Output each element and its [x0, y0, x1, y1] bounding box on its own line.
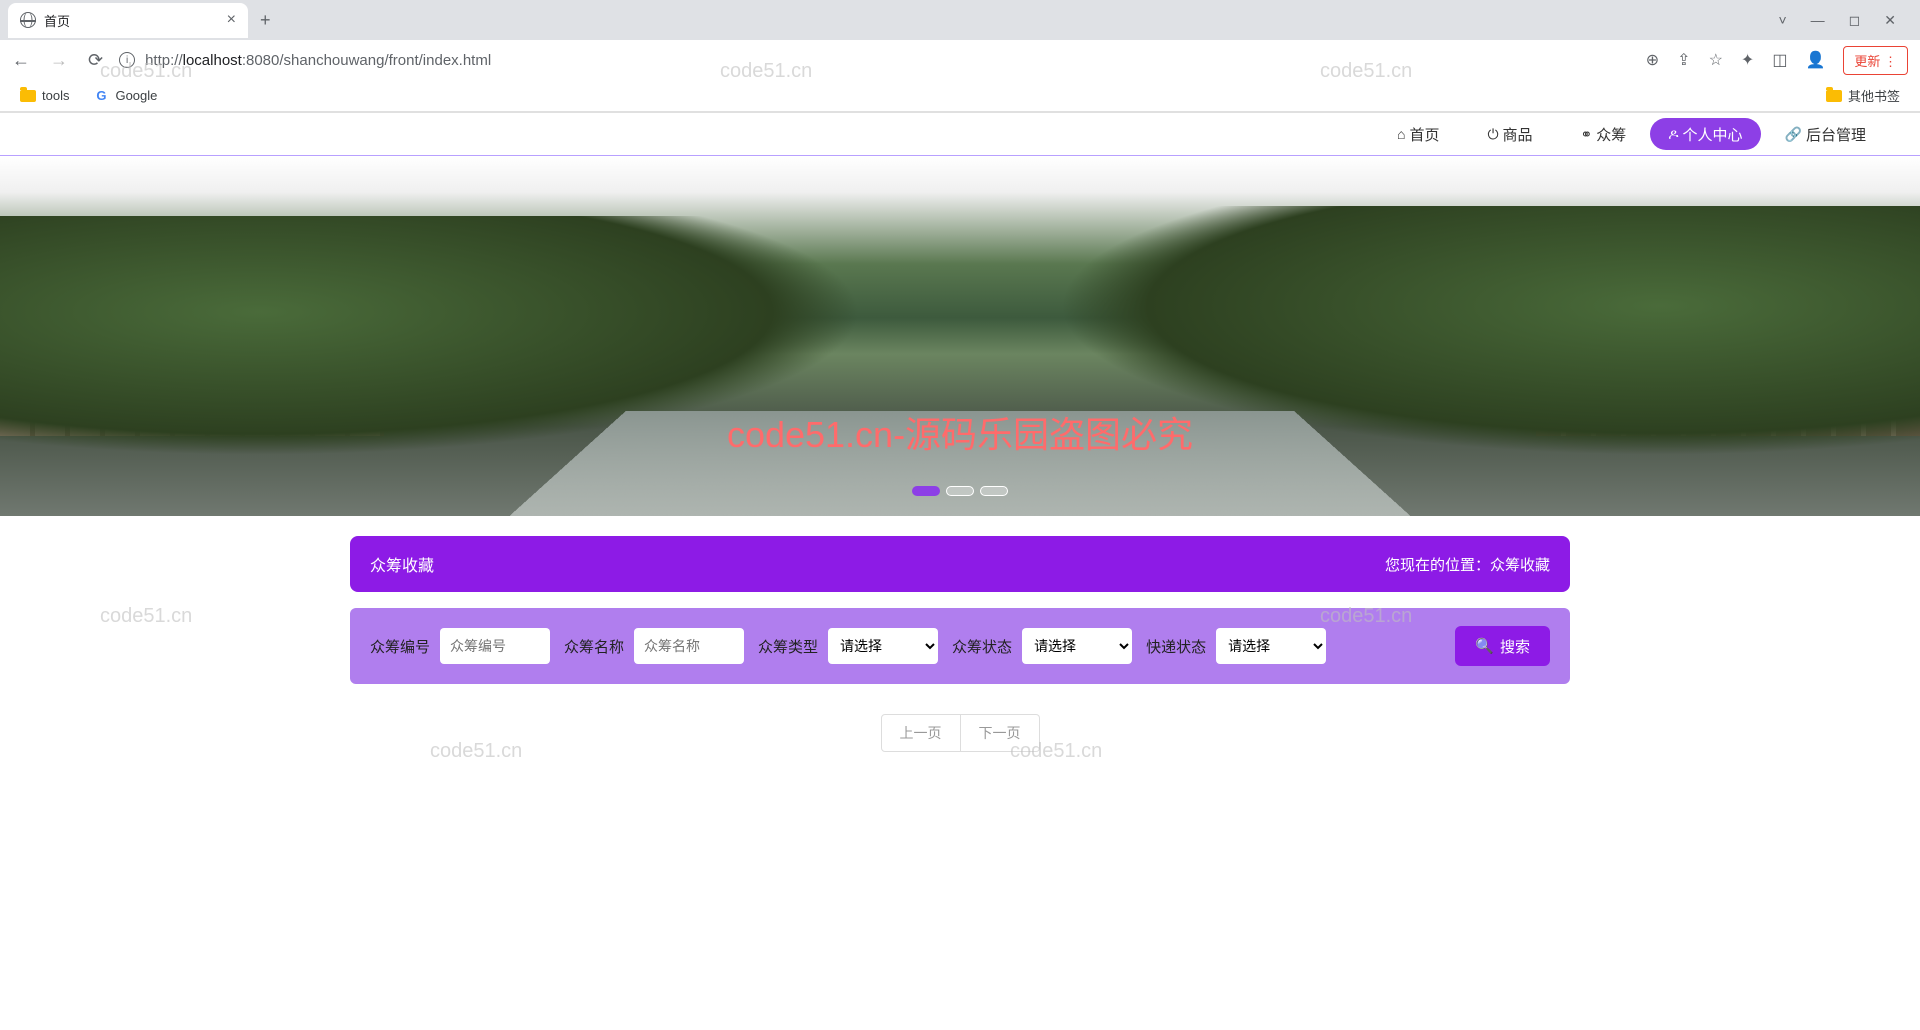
- filter-id-input[interactable]: [440, 628, 550, 664]
- address-bar: ← → ⟳ i http://localhost:8080/shanchouwa…: [0, 40, 1920, 80]
- minimize-icon[interactable]: —: [1811, 12, 1825, 29]
- next-page-button[interactable]: 下一页: [961, 714, 1040, 752]
- filter-type-select[interactable]: 请选择: [828, 628, 938, 664]
- filter-id-label: 众筹编号: [370, 636, 430, 657]
- extensions-icon[interactable]: ✦: [1741, 50, 1754, 70]
- link2-icon: 🔗: [1785, 126, 1802, 143]
- carousel-dot-2[interactable]: [946, 486, 974, 496]
- info-icon[interactable]: i: [119, 52, 135, 68]
- update-button[interactable]: 更新 ⋮: [1843, 46, 1908, 75]
- nav-admin[interactable]: 🔗后台管理: [1761, 113, 1890, 155]
- folder-icon: [1826, 90, 1842, 102]
- filter-status-select[interactable]: 请选择: [1022, 628, 1132, 664]
- share-icon[interactable]: ⇪: [1677, 50, 1690, 70]
- title-bar: 众筹收藏 您现在的位置：众筹收藏: [350, 536, 1570, 592]
- nav-personal[interactable]: ዶ个人中心: [1650, 118, 1760, 150]
- main-container: 众筹收藏 您现在的位置：众筹收藏 众筹编号 众筹名称 众筹类型 请选择 众筹状态…: [350, 536, 1570, 752]
- window-controls: ˅ — ◻ ✕: [1762, 12, 1912, 29]
- search-button[interactable]: 🔍 搜索: [1455, 626, 1550, 666]
- filter-delivery-label: 快递状态: [1146, 636, 1206, 657]
- watermark: code51.cn: [100, 605, 192, 628]
- bookmark-icon[interactable]: ☆: [1709, 50, 1723, 70]
- search-icon: 🔍: [1475, 637, 1494, 655]
- filter-name-label: 众筹名称: [564, 636, 624, 657]
- pagination: 上一页 下一页: [350, 714, 1570, 752]
- filter-bar: 众筹编号 众筹名称 众筹类型 请选择 众筹状态 请选择 快递状态 请选择 🔍 搜…: [350, 608, 1570, 684]
- profile-icon[interactable]: 👤: [1805, 50, 1825, 70]
- maximize-icon[interactable]: ◻: [1849, 12, 1861, 29]
- nav-home[interactable]: ⌂首页: [1373, 113, 1463, 155]
- filter-type-label: 众筹类型: [758, 636, 818, 657]
- filter-delivery-select[interactable]: 请选择: [1216, 628, 1326, 664]
- panel-icon[interactable]: ◫: [1772, 50, 1787, 70]
- bookmark-bar: tools GGoogle 其他书签: [0, 80, 1920, 112]
- chevron-down-icon[interactable]: ˅: [1778, 12, 1786, 29]
- nav-crowd[interactable]: ⚭众筹: [1557, 113, 1651, 155]
- browser-chrome: 首页 × + ˅ — ◻ ✕ ← → ⟳ i http://localhost:…: [0, 0, 1920, 112]
- browser-tab[interactable]: 首页 ×: [8, 3, 248, 38]
- url-field[interactable]: i http://localhost:8080/shanchouwang/fro…: [119, 52, 1630, 69]
- globe-icon: [20, 12, 36, 28]
- back-icon[interactable]: ←: [12, 50, 30, 71]
- hero-watermark: code51.cn-源码乐园盗图必究: [727, 406, 1193, 458]
- carousel-dots: [912, 486, 1008, 496]
- carousel-dot-3[interactable]: [980, 486, 1008, 496]
- bookmark-tools[interactable]: tools: [20, 88, 69, 103]
- hero-banner: code51.cn-源码乐园盗图必究: [0, 156, 1920, 516]
- zoom-icon[interactable]: ⊕: [1646, 50, 1659, 70]
- new-tab-button[interactable]: +: [248, 2, 283, 39]
- tab-title: 首页: [44, 11, 219, 30]
- folder-icon: [20, 90, 36, 102]
- prev-page-button[interactable]: 上一页: [881, 714, 961, 752]
- breadcrumb: 您现在的位置：众筹收藏: [1385, 554, 1550, 575]
- user-icon: ዶ: [1668, 126, 1678, 143]
- filter-name-input[interactable]: [634, 628, 744, 664]
- filter-status-label: 众筹状态: [952, 636, 1012, 657]
- close-icon[interactable]: ×: [227, 11, 236, 29]
- page-title: 众筹收藏: [370, 552, 434, 576]
- close-window-icon[interactable]: ✕: [1884, 12, 1896, 29]
- main-nav: ⌂首页 ⏻商品 ⚭众筹 ዶ个人中心 🔗后台管理: [0, 112, 1920, 156]
- carousel-dot-1[interactable]: [912, 486, 940, 496]
- forward-icon[interactable]: →: [50, 50, 68, 71]
- tab-bar: 首页 × + ˅ — ◻ ✕: [0, 0, 1920, 40]
- link-icon: ⚭: [1581, 126, 1593, 143]
- bookmark-other[interactable]: 其他书签: [1826, 86, 1900, 105]
- nav-goods[interactable]: ⏻商品: [1463, 113, 1556, 155]
- home-icon: ⌂: [1397, 126, 1405, 142]
- bookmark-google[interactable]: GGoogle: [93, 88, 157, 104]
- reload-icon[interactable]: ⟳: [88, 50, 103, 71]
- google-icon: G: [93, 88, 109, 104]
- power-icon: ⏻: [1487, 126, 1498, 143]
